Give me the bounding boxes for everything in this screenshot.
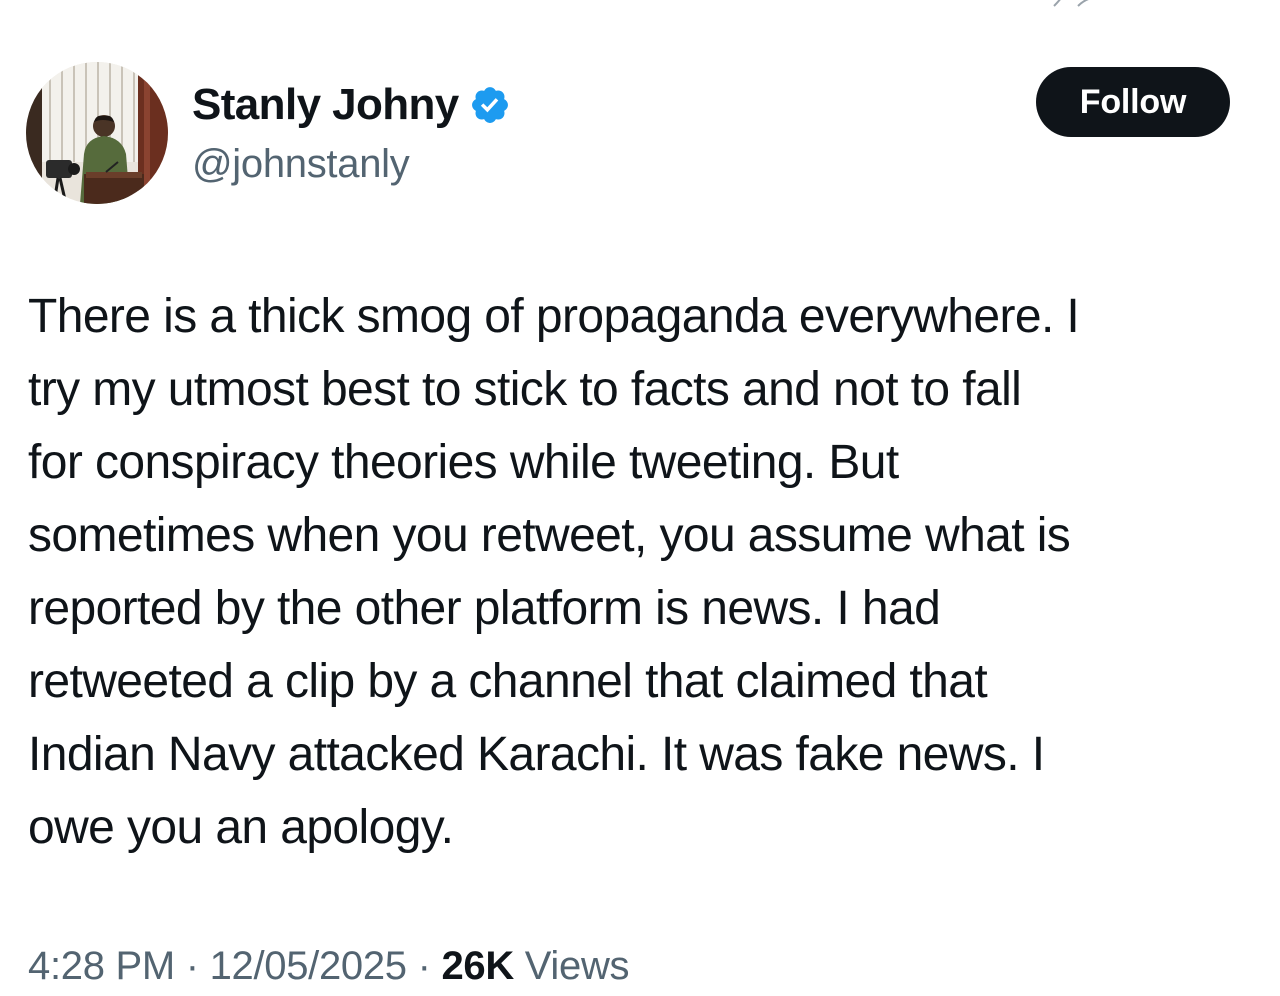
top-edge-artifact [1053, 0, 1089, 7]
avatar-photo [26, 62, 168, 204]
views-label[interactable]: Views [525, 944, 630, 988]
views-count[interactable]: 26K [441, 944, 514, 988]
tweet-text: There is a thick smog of propaganda ever… [28, 290, 1080, 854]
tweet-time[interactable]: 4:28 PM [28, 944, 175, 988]
author-name-row: Stanly Johny [192, 80, 511, 130]
verified-badge-icon[interactable] [469, 84, 511, 126]
tweet-meta: 4:28 PM · 12/05/2025 · 26K Views [28, 940, 630, 992]
author-handle[interactable]: @johnstanly [192, 140, 410, 188]
meta-separator: · [417, 944, 431, 988]
avatar[interactable] [26, 62, 168, 204]
author-display-name[interactable]: Stanly Johny [192, 80, 459, 130]
meta-separator: · [185, 944, 199, 988]
tweet-date[interactable]: 12/05/2025 [210, 944, 408, 988]
follow-button[interactable]: Follow [1036, 67, 1230, 137]
tweet-header: Stanly Johny @johnstanly Follow [26, 62, 1230, 204]
